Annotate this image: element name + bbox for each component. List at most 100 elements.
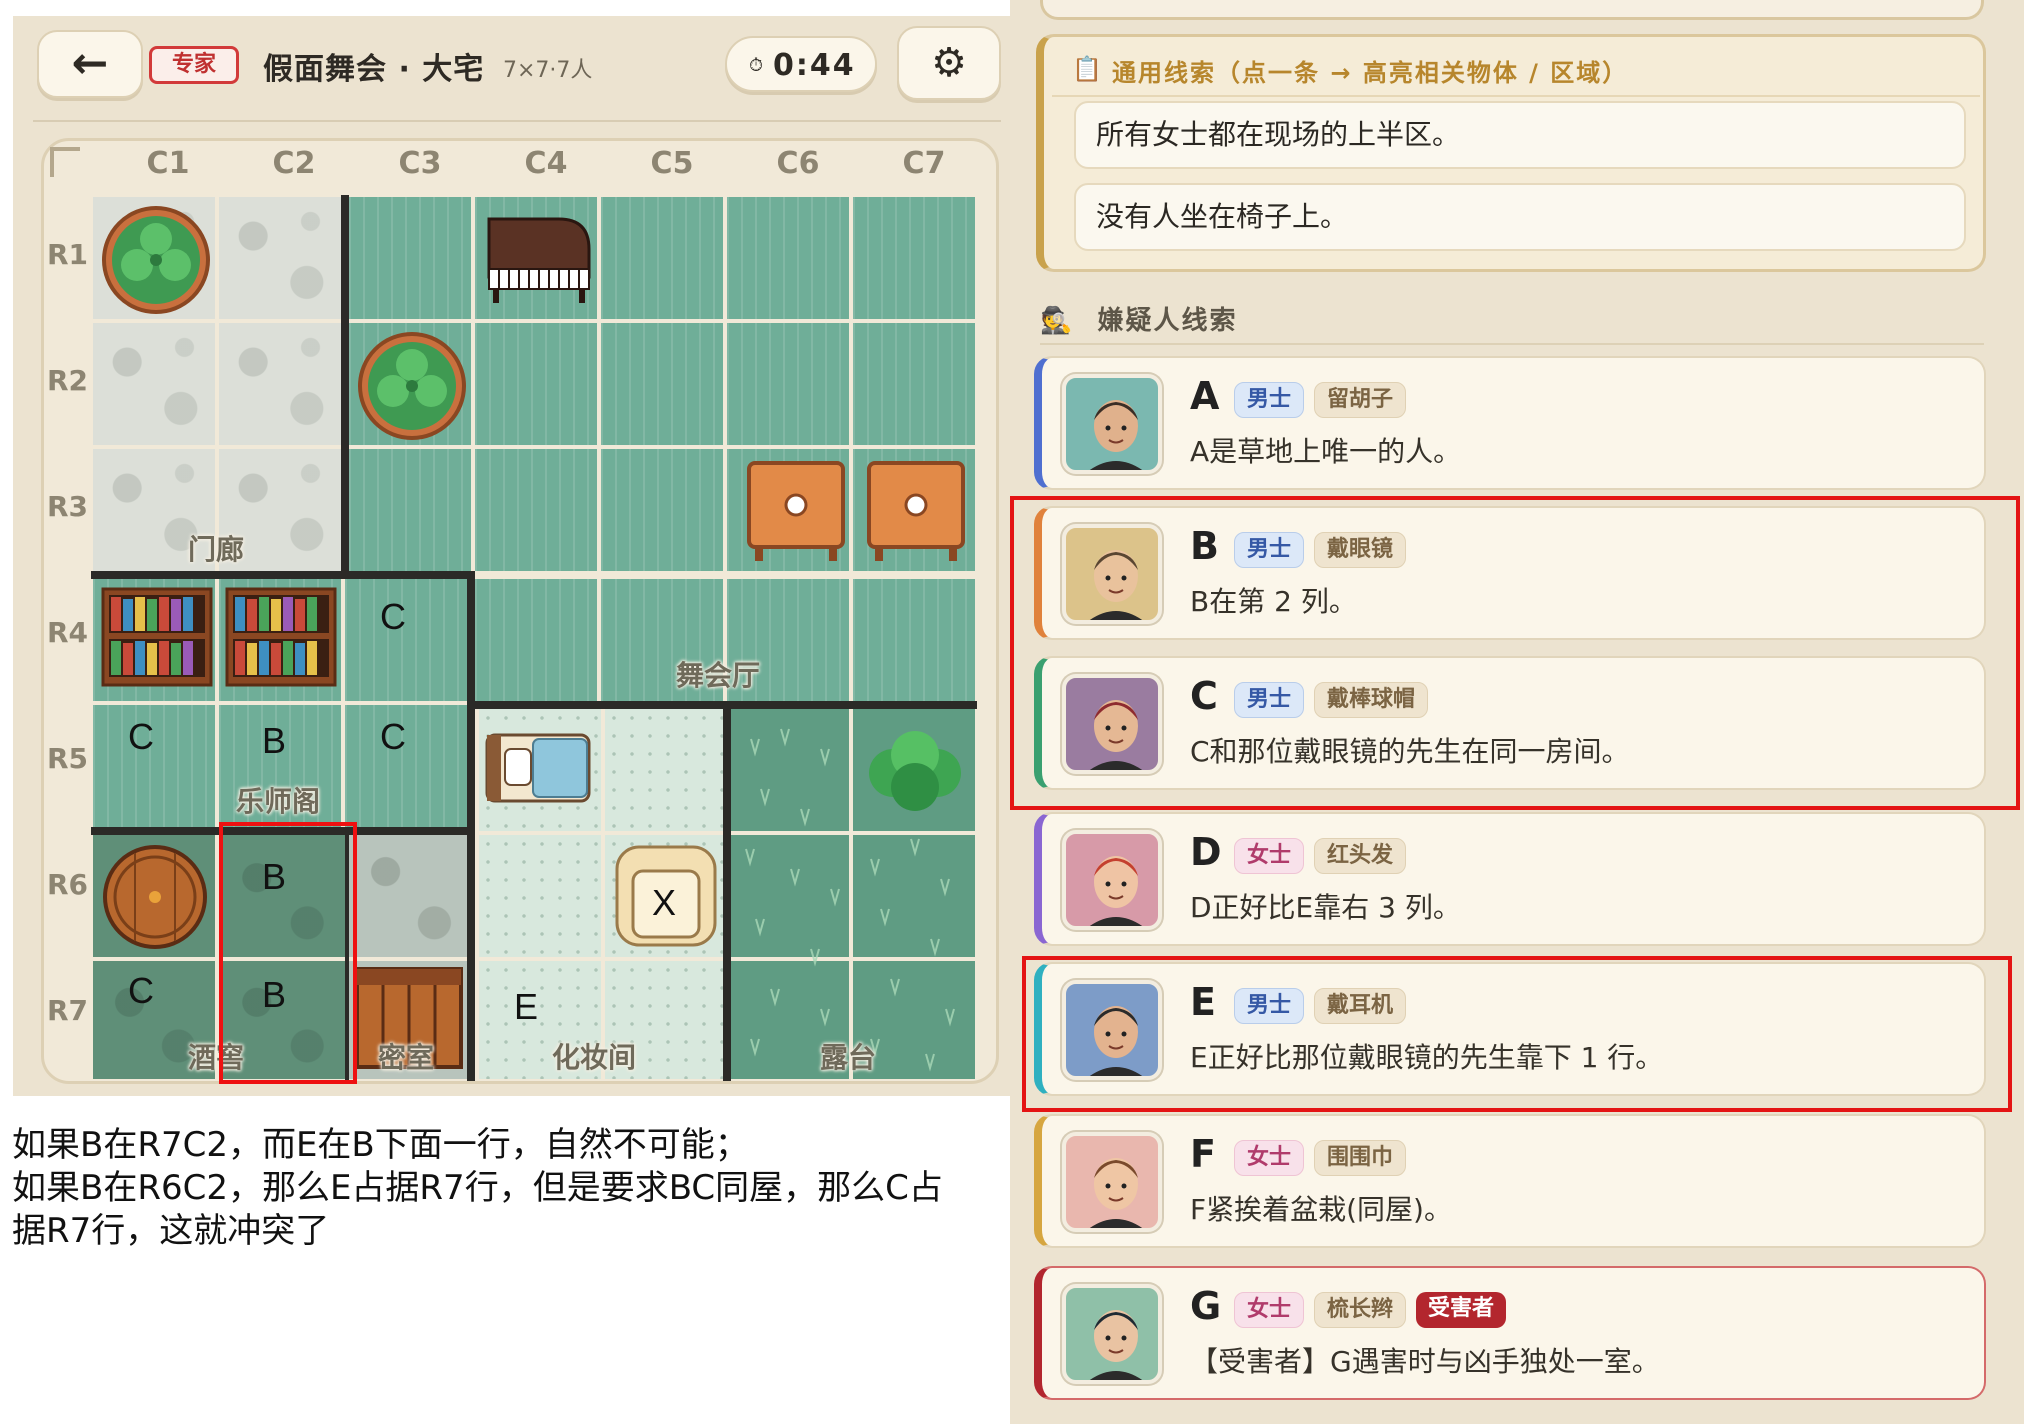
suspect-card-d[interactable]: D 女士 红头发 D正好比E靠右 3 列。: [1034, 812, 1986, 946]
general-clues-header: 通用线索（点一条 → 高亮相关物体 / 区域）: [1112, 59, 1629, 87]
cell-r3c3[interactable]: [349, 449, 471, 571]
cell-r2c1[interactable]: [93, 323, 215, 445]
note-line: 如果B在R7C2，而E在B下面一行，自然不可能；: [12, 1125, 749, 1165]
barrel-icon: [103, 845, 207, 949]
cell-mark: C: [380, 596, 406, 637]
cell-r1c5[interactable]: [601, 197, 723, 319]
cell-r5c3[interactable]: [345, 705, 467, 827]
suspect-clue-text: 【受害者】G遇害时与凶手独处一室。: [1190, 1345, 1660, 1378]
piano-icon: [487, 217, 591, 303]
cell-r4c4[interactable]: [475, 579, 597, 701]
annotation-highlight-bc-clues: [1010, 496, 2020, 810]
back-arrow-icon: ←: [71, 38, 109, 89]
cell-mark: C: [380, 716, 406, 757]
gender-badge: 女士: [1234, 1140, 1305, 1176]
bush-icon: [869, 731, 961, 811]
bookshelf-icon: [225, 587, 337, 687]
cell-r3c4[interactable]: [475, 449, 597, 571]
divider: [1052, 95, 1980, 97]
row-label-r2: R2: [47, 364, 89, 397]
column-label-c7: C7: [902, 146, 946, 181]
wall-terrace-west: [723, 701, 731, 1081]
gender-badge: 女士: [1234, 838, 1305, 874]
room-label-terrace: 露台: [820, 1041, 877, 1074]
potted-plant-icon: [102, 206, 210, 314]
victim-badge: 受害者: [1416, 1292, 1507, 1328]
wall-foyer-east: [341, 195, 349, 575]
stopwatch-icon: ⏱: [749, 55, 764, 76]
row-label-r7: R7: [47, 994, 89, 1027]
annotation-highlight-e-clue: [1022, 956, 2012, 1112]
cell-mark: E: [514, 986, 539, 1027]
divider: [1040, 343, 1984, 345]
suspect-letter: D: [1190, 830, 1222, 874]
suspect-letter: A: [1190, 374, 1220, 418]
cell-r6c3[interactable]: [349, 835, 471, 957]
suspect-card-f[interactable]: F 女士 围围巾 F紧挨着盆栽(同屋)。: [1034, 1114, 1986, 1248]
column-label-c6: C6: [776, 146, 820, 181]
cell-r4c3[interactable]: [345, 579, 467, 701]
potted-plant-icon: [358, 332, 466, 440]
cell-r2c6[interactable]: [727, 323, 849, 445]
trait-badge: 红头发: [1314, 838, 1407, 874]
cell-r2c2[interactable]: [219, 323, 341, 445]
suspect-clues-title: 嫌疑人线索: [1097, 306, 1238, 336]
gear-icon: ⚙: [931, 40, 967, 86]
suspect-card-g[interactable]: G 女士 梳长辫 受害者 【受害者】G遇害时与凶手独处一室。: [1034, 1266, 1986, 1400]
room-label-foyer: 门廊: [188, 533, 245, 566]
note-line: 如果B在R6C2，那么E占据R7行，但是要求BC同屋，那么C占: [12, 1168, 943, 1208]
puzzle-meta: 7×7·7人: [503, 58, 593, 83]
cell-r1c2[interactable]: [219, 197, 341, 319]
cell-r5c1[interactable]: [93, 705, 215, 827]
suspect-portrait: [1062, 1132, 1162, 1232]
cell-r3c5[interactable]: [601, 449, 723, 571]
cell-r1c7[interactable]: [853, 197, 975, 319]
row-label-r1: R1: [47, 238, 89, 271]
row-label-r4: R4: [47, 616, 89, 649]
clipboard-icon: 📋: [1072, 55, 1102, 83]
puzzle-title: 假面舞会 · 大宅: [263, 52, 485, 87]
settings-button[interactable]: ⚙: [897, 26, 1001, 100]
room-label-ballroom: 舞会厅: [676, 659, 761, 692]
column-label-c2: C2: [272, 146, 316, 181]
suspect-letter: F: [1190, 1132, 1216, 1176]
cell-mark: C: [128, 716, 154, 757]
back-button[interactable]: ←: [37, 30, 143, 98]
room-label-secret-room: 密室: [378, 1041, 435, 1074]
trait-badge: 围围巾: [1314, 1140, 1407, 1176]
cell-r6c4[interactable]: [479, 835, 601, 957]
suspect-clue-text: D正好比E靠右 3 列。: [1190, 891, 1461, 924]
detective-icon: 🕵: [1040, 306, 1075, 336]
trait-badge: 留胡子: [1314, 382, 1407, 418]
bookshelf-icon: [101, 587, 213, 687]
column-label-c5: C5: [650, 146, 694, 181]
annotation-highlight-b-column: [219, 822, 357, 1084]
scrolled-card-edge: [1040, 0, 1984, 20]
general-clue-item[interactable]: 没有人坐在椅子上。: [1074, 183, 1966, 251]
cell-r5c5[interactable]: [605, 709, 723, 831]
suspect-portrait: [1062, 830, 1162, 930]
general-clues-panel: 📋 通用线索（点一条 → 高亮相关物体 / 区域） 所有女士都在现场的上半区。 …: [1036, 34, 1986, 272]
cell-r1c6[interactable]: [727, 197, 849, 319]
suspect-letter: G: [1190, 1284, 1222, 1328]
trait-badge: 梳长辫: [1314, 1292, 1407, 1328]
cell-r4c7[interactable]: [853, 579, 975, 701]
row-label-r3: R3: [47, 490, 89, 523]
suspect-portrait: [1062, 374, 1162, 474]
wall-ballroom-west: [467, 571, 475, 1081]
room-label-dressing-room: 化妆间: [552, 1041, 637, 1074]
header-divider: [33, 120, 1001, 122]
cell-r1c3[interactable]: [349, 197, 471, 319]
suspect-clue-text: F紧挨着盆栽(同屋)。: [1190, 1193, 1452, 1226]
note-line: 据R7行，这就冲突了: [12, 1211, 330, 1251]
difficulty-badge: 专家: [149, 46, 239, 84]
cell-r2c7[interactable]: [853, 323, 975, 445]
column-label-c1: C1: [146, 146, 190, 181]
cell-r2c5[interactable]: [601, 323, 723, 445]
general-clue-item[interactable]: 所有女士都在现场的上半区。: [1074, 101, 1966, 169]
cell-r2c4[interactable]: [475, 323, 597, 445]
timer: ⏱ 0:44: [725, 36, 877, 92]
suspect-card-a[interactable]: A 男士 留胡子 A是草地上唯一的人。: [1034, 356, 1986, 490]
suspect-clue-text: A是草地上唯一的人。: [1190, 435, 1462, 468]
suspect-clues-header: 🕵 嫌疑人线索: [1040, 300, 1237, 337]
